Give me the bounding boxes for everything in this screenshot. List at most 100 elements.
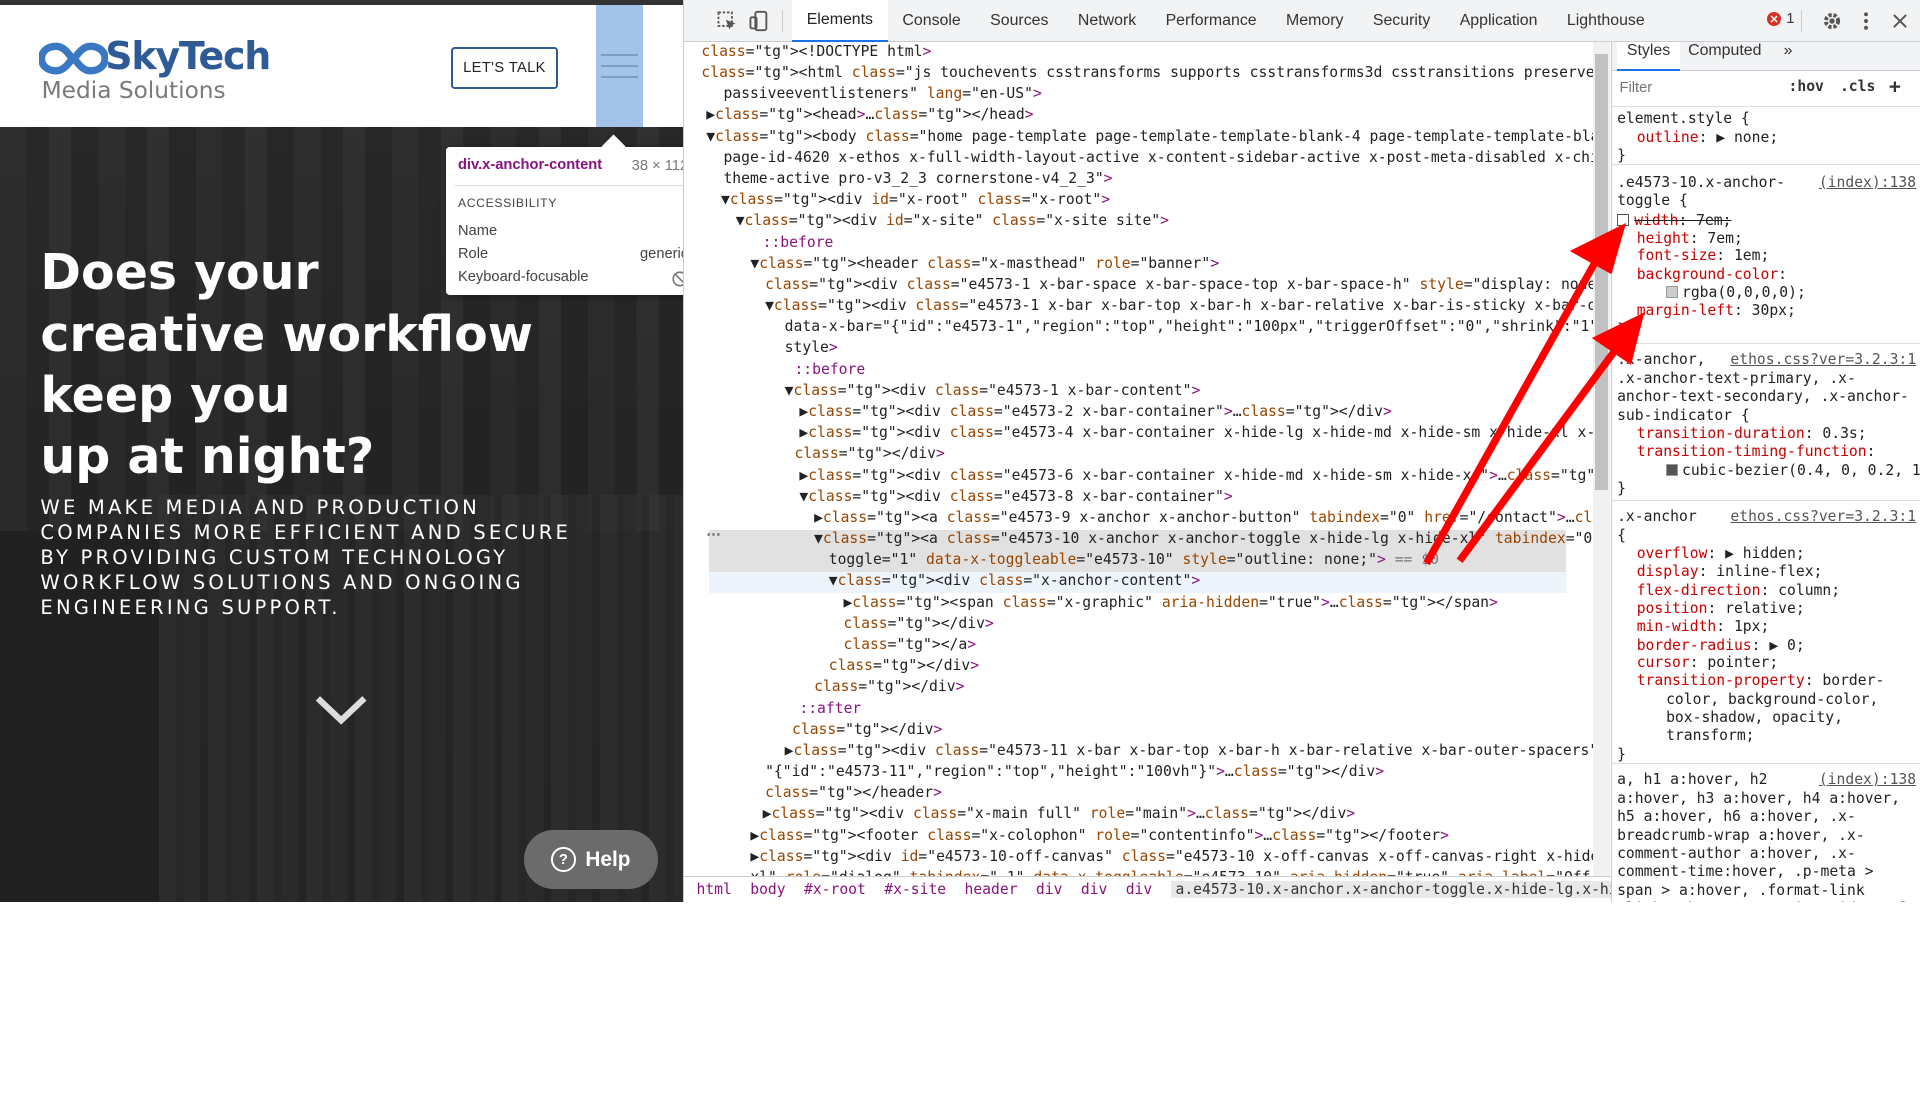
tab-performance[interactable]: Performance	[1151, 0, 1271, 42]
style-rule-line[interactable]: anchor-text-secondary, .x-anchor-	[1617, 388, 1909, 406]
disable-property-checkbox[interactable]	[1617, 213, 1630, 227]
style-source-link[interactable]: (index):138	[1819, 771, 1916, 788]
dom-node-line[interactable]: ▶class="tg"><head>…class="tg"></head>	[706, 106, 1033, 127]
dom-node-line[interactable]: ▶class="tg"><div class="e4573-2 x-bar-co…	[799, 403, 1392, 424]
chevron-down-icon[interactable]	[313, 691, 369, 728]
dom-node-line[interactable]: class="tg"></div>	[829, 657, 979, 678]
dom-node-line[interactable]: class="tg"><!DOCTYPE html>	[701, 43, 931, 64]
breadcrumb-item[interactable]: div	[1126, 881, 1153, 898]
dom-node-line[interactable]: ▼class="tg"><div id="x-site" class="x-si…	[736, 212, 1169, 233]
dom-node-line[interactable]: class="tg"></div>	[792, 721, 942, 742]
easing-icon[interactable]	[1666, 463, 1679, 476]
style-rule-line[interactable]: }	[1617, 147, 1626, 165]
dom-node-line[interactable]: class="tg"><div class="e4573-1 x-bar-spa…	[765, 276, 1593, 297]
hamburger-menu-icon[interactable]	[601, 53, 638, 79]
dom-node-line[interactable]: ▼class="tg"><div class="e4573-1 x-bar x-…	[765, 297, 1593, 318]
breadcrumb-item[interactable]: body	[750, 881, 785, 898]
dom-node-line[interactable]: ▼class="tg"><a class="e4573-10 x-anchor …	[708, 530, 1593, 551]
elements-tree[interactable]: class="tg"><!DOCTYPE html> class="tg"><ht…	[684, 41, 1593, 876]
dom-node-line[interactable]: class="tg"></div>	[843, 615, 993, 636]
dom-node-line[interactable]: style>	[785, 339, 838, 360]
style-rule-line[interactable]: box-shadow, opacity,	[1666, 709, 1843, 727]
tab-styles[interactable]: Styles	[1617, 41, 1680, 71]
dom-node-line[interactable]: ▼class="tg"><header class="x-masthead" r…	[750, 255, 1219, 276]
style-rule-line[interactable]: border-radius: ▶ 0;	[1637, 637, 1805, 655]
tab-memory[interactable]: Memory	[1271, 0, 1358, 42]
style-rule-line[interactable]: a:hover, h3 a:hover, h4 a:hover,	[1617, 790, 1900, 808]
breadcrumb-item[interactable]: #x-site	[884, 881, 946, 898]
dom-node-line[interactable]: passiveeventlisteners" lang="en-US">	[723, 85, 1041, 106]
more-actions-icon[interactable]: ⋯	[706, 526, 721, 543]
more-tabs-icon[interactable]: »	[1774, 42, 1802, 71]
dom-node-line[interactable]: ::after	[799, 700, 861, 721]
scrollbar-thumb[interactable]	[1595, 53, 1608, 490]
breadcrumb-item[interactable]: div	[1081, 881, 1108, 898]
dom-node-line[interactable]: theme-active pro-v3_2_3 cornerstone-v4_2…	[723, 170, 1112, 191]
style-rule-line[interactable]: }	[1617, 480, 1626, 498]
dom-node-line[interactable]: ::before	[794, 361, 865, 382]
breadcrumb-item[interactable]: div	[1036, 881, 1063, 898]
dom-node-line[interactable]: ▶class="tg"><div id="e4573-10-off-canvas…	[750, 848, 1592, 869]
style-rule-line[interactable]: .x-anchor-text-primary, .x-	[1617, 370, 1856, 388]
style-rule-line[interactable]: element.style {	[1617, 110, 1750, 128]
color-swatch-icon[interactable]	[1666, 286, 1679, 299]
style-rule-line[interactable]: {	[1617, 527, 1626, 545]
dom-node-line[interactable]: page-id-4620 x-ethos x-full-width-layout…	[723, 149, 1592, 170]
style-rule-line[interactable]: position: relative;	[1637, 600, 1805, 618]
dom-node-line[interactable]: ▼class="tg"><div class="x-anchor-content…	[708, 572, 1566, 594]
styles-filter-input[interactable]	[1617, 77, 1767, 100]
style-rule-line[interactable]: outline: ▶ none;	[1637, 129, 1779, 147]
style-rule-line[interactable]: background-color:	[1637, 266, 1787, 284]
style-rule-line[interactable]: toggle {	[1617, 192, 1688, 210]
style-source-link[interactable]: ethos.css?ver=3.2.3:1	[1730, 508, 1916, 525]
dom-node-line[interactable]: class="tg"></a>	[843, 636, 976, 657]
tab-computed[interactable]: Computed	[1678, 42, 1771, 71]
dom-node-line[interactable]: toggle="1" data-x-toggleable="e4573-10" …	[708, 551, 1566, 573]
tab-network[interactable]: Network	[1063, 0, 1151, 42]
style-rule-line[interactable]: sub-indicator {	[1617, 407, 1750, 425]
tab-console[interactable]: Console	[888, 0, 976, 42]
close-icon[interactable]	[1889, 10, 1911, 32]
style-rule-line[interactable]: breadcrumb-wrap a:hover, .x-	[1617, 827, 1865, 845]
style-rule-line[interactable]: display: inline-flex;	[1637, 563, 1823, 581]
style-rule-line[interactable]: .link a:hover, .x-main .widget ul	[1617, 900, 1909, 902]
style-rule-line[interactable]: transition-property: border-	[1637, 672, 1885, 690]
style-rule-line[interactable]: transition-duration: 0.3s;	[1637, 425, 1867, 443]
style-rule-line[interactable]: cursor: pointer;	[1637, 654, 1779, 672]
site-logo[interactable]: SkyTech Media Solutions	[39, 34, 272, 110]
dom-node-line[interactable]: xl" role="dialog" tabindex="-1" data-x-t…	[750, 869, 1590, 875]
new-rule-button[interactable]: +	[1889, 75, 1901, 98]
help-button[interactable]: ? Help	[524, 830, 658, 889]
dom-node-line[interactable]: ▶class="tg"><div class="x-main full" rol…	[763, 805, 1356, 826]
device-toggle-icon[interactable]	[748, 10, 770, 32]
dom-node-line[interactable]: class="tg"></div>	[794, 445, 944, 466]
dom-node-line[interactable]: ::before	[763, 234, 834, 255]
style-rule-line[interactable]: }	[1617, 321, 1626, 339]
style-rule-line[interactable]: .x-anchor	[1617, 508, 1697, 526]
style-rule-line[interactable]: margin-left: 30px;	[1637, 302, 1796, 320]
dom-node-line[interactable]: ▼class="tg"><body class="home page-templ…	[706, 128, 1593, 149]
style-rule-line[interactable]: font-size: 1em;	[1637, 247, 1770, 265]
style-rule-line[interactable]: a, h1 a:hover, h2	[1617, 771, 1767, 789]
style-rule-line[interactable]: min-width: 1px;	[1637, 618, 1770, 636]
style-rule-line[interactable]: }	[1617, 746, 1626, 764]
inspect-element-icon[interactable]	[716, 10, 738, 32]
tab-elements[interactable]: Elements	[792, 0, 888, 42]
style-rule-line[interactable]: rgba(0,0,0,0);	[1666, 284, 1806, 302]
style-rule-line[interactable]: .x-anchor,	[1617, 351, 1705, 369]
hover-state-button[interactable]: :hov	[1789, 78, 1824, 95]
tab-application[interactable]: Application	[1445, 0, 1552, 42]
tab-security[interactable]: Security	[1358, 0, 1445, 42]
more-options-icon[interactable]	[1855, 10, 1877, 32]
breadcrumb-item[interactable]: header	[965, 881, 1018, 898]
style-rule-line[interactable]: cubic-bezier(0.4, 0, 0.2, 1	[1666, 462, 1920, 480]
style-rule-line[interactable]: .e4573-10.x-anchor-	[1617, 174, 1785, 192]
dom-node-line[interactable]: class="tg"><html class="js touchevents c…	[701, 64, 1592, 85]
dom-node-line[interactable]: ▶class="tg"><a class="e4573-9 x-anchor x…	[814, 509, 1593, 530]
breadcrumb-item[interactable]: html	[697, 881, 732, 898]
class-toggle-button[interactable]: .cls	[1840, 78, 1875, 95]
lets-talk-button[interactable]: LET'S TALK	[450, 46, 559, 90]
style-rule-line[interactable]: transform;	[1666, 727, 1754, 745]
tab-lighthouse[interactable]: Lighthouse	[1552, 0, 1659, 42]
dom-node-line[interactable]: ▶class="tg"><div class="e4573-6 x-bar-co…	[799, 467, 1592, 488]
